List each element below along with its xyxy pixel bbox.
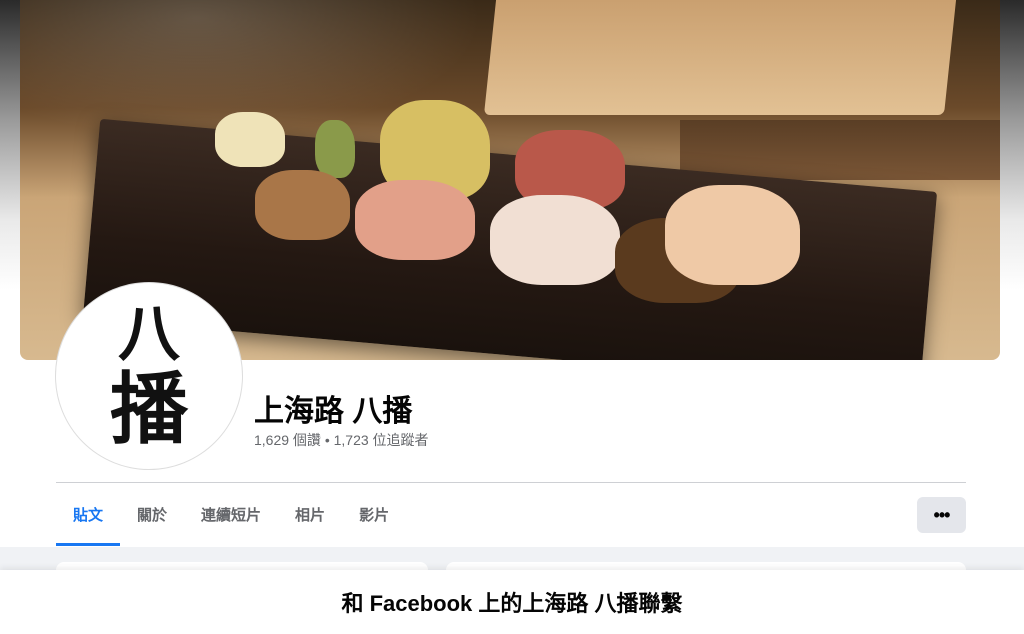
profile-picture[interactable]: 八 播 — [56, 283, 242, 469]
avatar-char-bottom: 播 — [109, 364, 188, 455]
page-title: 上海路 八播 — [254, 395, 413, 428]
sushi-piece — [215, 112, 285, 167]
page-tabs: 貼文 關於 連續短片 相片 影片 — [56, 496, 406, 546]
more-horizontal-icon: ••• — [933, 505, 951, 525]
sushi-piece — [315, 120, 355, 178]
avatar-char-top: 八 — [117, 297, 180, 370]
header-divider — [56, 482, 966, 483]
cover-counter-shape — [483, 0, 957, 115]
tab-videos[interactable]: 影片 — [342, 496, 406, 536]
cover-shelf-shape — [680, 120, 1000, 180]
login-banner: 和 Facebook 上的上海路 八播聯繫 — [0, 570, 1024, 634]
more-options-button[interactable]: ••• — [917, 497, 966, 533]
sushi-piece — [665, 185, 800, 285]
tab-posts[interactable]: 貼文 — [56, 496, 121, 546]
sushi-piece — [490, 195, 620, 285]
sushi-piece — [355, 180, 475, 260]
sushi-piece — [255, 170, 350, 240]
login-banner-text: 和 Facebook 上的上海路 八播聯繫 — [341, 591, 683, 616]
tab-photos[interactable]: 相片 — [278, 496, 342, 536]
page-stats[interactable]: 1,629 個讚 • 1,723 位追蹤者 — [254, 430, 429, 450]
tab-about[interactable]: 關於 — [120, 496, 184, 536]
tab-reels[interactable]: 連續短片 — [184, 496, 278, 536]
